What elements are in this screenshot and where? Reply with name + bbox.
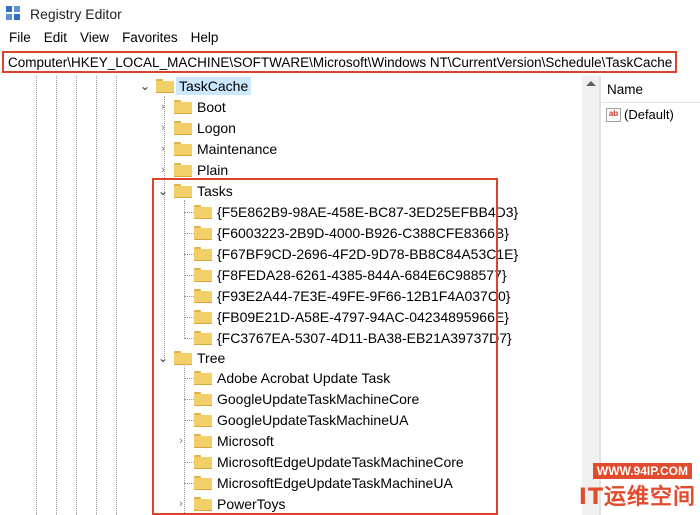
chevron-down-icon[interactable]: ⌄ — [138, 79, 152, 93]
tree-node-logon[interactable]: › Logon — [156, 118, 239, 138]
highlight-box — [152, 178, 498, 515]
folder-icon — [174, 142, 192, 156]
menu-favorites[interactable]: Favorites — [122, 30, 178, 45]
title-bar: Registry Editor — [0, 0, 700, 27]
chevron-right-icon[interactable]: › — [156, 100, 170, 114]
tree-scrollbar[interactable] — [582, 76, 599, 515]
folder-icon — [174, 121, 192, 135]
column-divider — [601, 102, 700, 103]
watermark-url: WWW.94IP.COM — [592, 463, 692, 479]
menu-help[interactable]: Help — [191, 30, 219, 45]
tree-guide-line — [76, 76, 77, 515]
menu-edit[interactable]: Edit — [44, 30, 67, 45]
value-row-default[interactable]: ab (Default) — [606, 107, 674, 122]
tree-node-boot[interactable]: › Boot — [156, 97, 229, 117]
tree-node-label: Plain — [197, 162, 229, 178]
tree-node-label: TaskCache — [176, 77, 252, 95]
string-value-icon: ab — [606, 107, 621, 122]
tree-guide-line — [56, 76, 57, 515]
folder-icon — [156, 79, 174, 93]
menu-view[interactable]: View — [80, 30, 109, 45]
registry-tree[interactable]: ⌄ TaskCache › Boot › Logon › Maintenance… — [0, 76, 600, 515]
tree-node-maintenance[interactable]: › Maintenance — [156, 139, 280, 159]
watermark: WWW.94IP.COM IT运维空间 — [565, 457, 700, 515]
menu-file[interactable]: File — [9, 30, 31, 45]
tree-guide-line — [36, 76, 37, 515]
scroll-up-arrow-icon[interactable] — [586, 81, 596, 86]
menu-bar: File Edit View Favorites Help — [0, 27, 700, 48]
chevron-right-icon[interactable]: › — [156, 142, 170, 156]
value-name: (Default) — [624, 107, 674, 122]
tree-guide-line — [116, 76, 117, 515]
values-pane[interactable]: Name ab (Default) — [601, 76, 700, 515]
tree-node-plain[interactable]: › Plain — [156, 160, 231, 180]
chevron-right-icon[interactable]: › — [156, 163, 170, 177]
tree-guide-line — [96, 76, 97, 515]
address-bar[interactable]: Computer\HKEY_LOCAL_MACHINE\SOFTWARE\Mic… — [2, 51, 677, 73]
column-header-name[interactable]: Name — [607, 82, 643, 97]
chevron-right-icon[interactable]: › — [156, 121, 170, 135]
watermark-brand: IT运维空间 — [578, 485, 696, 510]
tree-node-label: Maintenance — [197, 141, 278, 157]
tree-node-label: Logon — [197, 120, 236, 136]
registry-app-icon — [6, 5, 22, 22]
window-title: Registry Editor — [30, 5, 122, 22]
address-path: Computer\HKEY_LOCAL_MACHINE\SOFTWARE\Mic… — [8, 54, 673, 70]
tree-node-label: Boot — [197, 99, 226, 115]
folder-icon — [174, 163, 192, 177]
folder-icon — [174, 100, 192, 114]
tree-node-taskcache[interactable]: ⌄ TaskCache — [138, 76, 252, 96]
